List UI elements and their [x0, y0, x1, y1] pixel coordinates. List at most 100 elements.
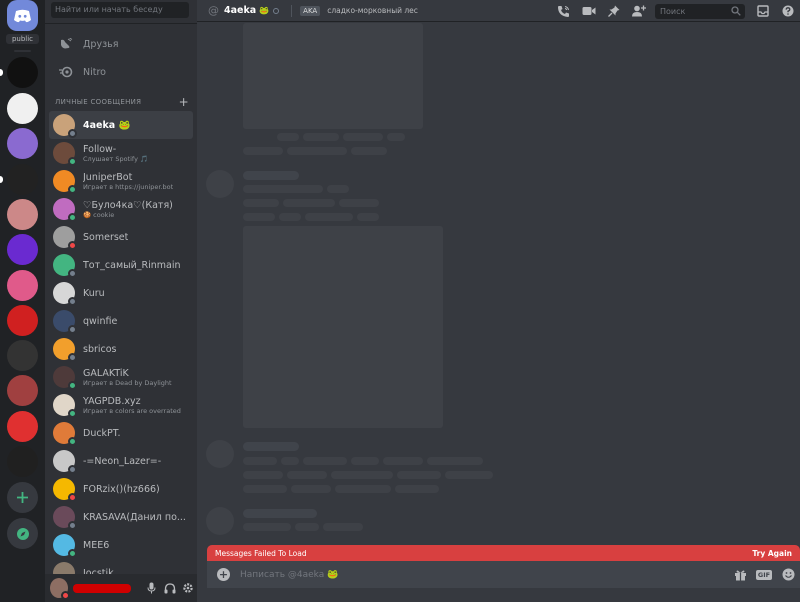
skeleton-line	[351, 457, 379, 465]
add-user-icon	[631, 5, 646, 17]
nav-friends[interactable]: Друзья	[49, 33, 193, 55]
dm-item[interactable]: KRASAVA(Данил по...	[49, 503, 193, 531]
home-button[interactable]	[7, 0, 38, 31]
dm-avatar	[53, 394, 77, 418]
skeleton-line	[287, 147, 347, 155]
send-gift-button[interactable]	[728, 569, 752, 581]
server-icon[interactable]	[7, 446, 38, 477]
pinned-messages-button[interactable]	[601, 5, 626, 17]
dm-item[interactable]: FORzix()(hz666)	[49, 475, 193, 503]
rail-separator	[14, 50, 31, 52]
help-question-icon	[782, 5, 793, 17]
help-button[interactable]	[775, 5, 800, 17]
dm-avatar	[53, 310, 77, 334]
skeleton-username	[243, 442, 299, 451]
at-icon: @	[208, 4, 219, 17]
dm-item[interactable]: JuniperBot Играет в https://juniper.bot	[49, 167, 193, 195]
server-icon[interactable]	[7, 164, 38, 195]
dm-item[interactable]: sbricos	[49, 335, 193, 363]
dm-item[interactable]: 4aeka 🐸	[49, 111, 193, 139]
skeleton-avatar	[206, 170, 234, 198]
public-label: public	[6, 34, 39, 44]
dm-avatar	[53, 142, 77, 166]
server-icon[interactable]	[7, 305, 38, 336]
skeleton-line	[395, 485, 439, 493]
server-icon[interactable]	[7, 93, 38, 124]
server-icon[interactable]	[7, 270, 38, 301]
dm-item[interactable]: ♡Було4ка♡(Катя) 🍪 cookie	[49, 195, 193, 223]
headphones-icon	[164, 582, 176, 593]
dm-status-dot	[68, 381, 77, 390]
dm-avatar	[53, 282, 77, 306]
start-video-call-button[interactable]	[576, 6, 601, 16]
skeleton-username	[243, 171, 299, 180]
dm-name: Kuru	[83, 287, 105, 299]
recipient-emoji: 🐸	[259, 6, 270, 15]
dm-avatar	[53, 226, 77, 250]
dm-item[interactable]: qwinfie	[49, 307, 193, 335]
start-voice-call-button[interactable]	[551, 5, 576, 18]
dm-text: KRASAVA(Данил по...	[83, 512, 186, 523]
skeleton-line	[277, 133, 299, 141]
gif-picker-button[interactable]: GIF	[752, 569, 776, 580]
server-icon[interactable]	[7, 128, 38, 159]
user-settings-button[interactable]	[179, 582, 197, 594]
dm-item[interactable]: Kuru	[49, 279, 193, 307]
dm-item[interactable]: Follow- Слушает Spotify 🎵	[49, 139, 193, 167]
dm-name: Follow-	[83, 143, 117, 155]
try-again-button[interactable]: Try Again	[752, 549, 792, 558]
header-search-input[interactable]: Поиск	[655, 3, 745, 19]
sidebar-divider	[45, 23, 197, 24]
server-icon[interactable]	[7, 375, 38, 406]
dm-item[interactable]: Somerset	[49, 223, 193, 251]
server-icon[interactable]	[7, 411, 38, 442]
dm-section-header: ЛИЧНЫЕ СООБЩЕНИЯ +	[55, 96, 189, 108]
dm-status-dot	[68, 521, 77, 530]
dm-avatar	[53, 534, 77, 558]
skeleton-avatar	[206, 440, 234, 468]
explore-servers-button[interactable]	[7, 518, 38, 549]
dm-item[interactable]: GALAKTiK Играет в Dead by Daylight	[49, 363, 193, 391]
dm-item[interactable]: MEE6	[49, 531, 193, 559]
discord-logo-icon	[14, 9, 31, 22]
emoji-picker-button[interactable]	[776, 568, 800, 581]
user-status-dot	[61, 591, 71, 600]
message-list[interactable]	[197, 23, 800, 545]
skeleton-avatar	[206, 507, 234, 535]
find-conversation-input[interactable]: Найти или начать беседу	[51, 2, 189, 18]
dm-name: ♡Було4ка♡(Катя)	[83, 199, 173, 211]
skeleton-line	[243, 523, 291, 531]
server-icon[interactable]	[7, 199, 38, 230]
inbox-button[interactable]	[750, 5, 775, 17]
deafen-button[interactable]	[161, 582, 179, 594]
message-input[interactable]: Написать @4aeka 🐸	[240, 570, 338, 580]
skeleton-line	[281, 457, 299, 465]
compass-icon	[16, 527, 29, 540]
skeleton-line	[331, 471, 393, 479]
add-server-button[interactable]	[7, 482, 38, 513]
create-dm-plus-icon[interactable]: +	[179, 96, 189, 108]
inbox-icon	[756, 5, 769, 17]
dm-activity: Играет в Dead by Daylight	[83, 378, 172, 387]
dm-text: Kuru	[83, 288, 105, 299]
smiley-icon	[782, 568, 794, 581]
server-icon[interactable]	[7, 340, 38, 371]
nav-nitro[interactable]: Nitro	[49, 61, 193, 83]
mute-mic-button[interactable]	[142, 582, 160, 594]
dm-item[interactable]: YAGPDB.xyz Играет в colors are overrated	[49, 391, 193, 419]
upload-plus-icon[interactable]: +	[217, 568, 230, 581]
server-icon[interactable]	[7, 57, 38, 88]
skeleton-line	[427, 457, 483, 465]
skeleton-line	[305, 213, 353, 221]
skeleton-line	[283, 199, 335, 207]
skeleton-line	[335, 485, 391, 493]
dm-status-dot	[68, 465, 77, 474]
server-icon[interactable]	[7, 234, 38, 265]
user-avatar[interactable]	[50, 578, 71, 600]
dm-item[interactable]: DuckPT.	[49, 419, 193, 447]
nav-nitro-label: Nitro	[83, 66, 106, 78]
skeleton-line	[243, 147, 283, 155]
add-friends-to-dm-button[interactable]	[626, 5, 651, 17]
dm-item[interactable]: Тот_самый_Rinmain	[49, 251, 193, 279]
dm-item[interactable]: -=Neon_Lazer=-	[49, 447, 193, 475]
